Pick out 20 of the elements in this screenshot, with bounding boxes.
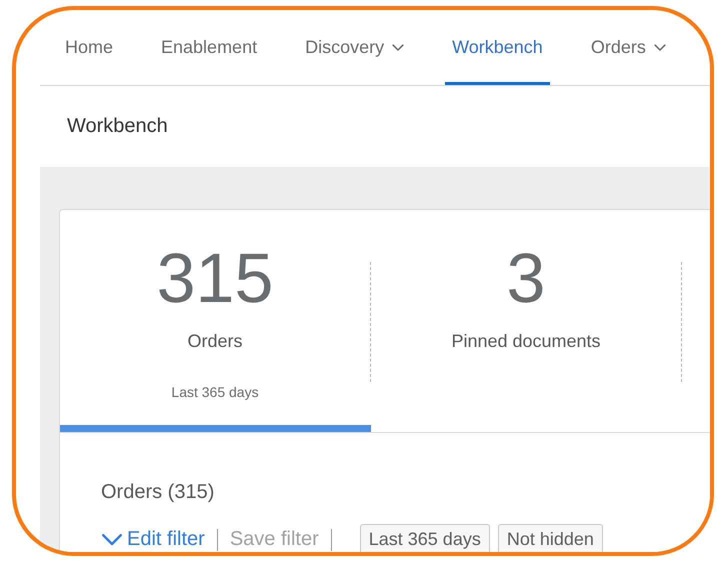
- chevron-down-icon: [654, 44, 666, 52]
- tile-label: Pinned documents: [451, 331, 601, 352]
- filter-chip: Last 365 days: [360, 524, 490, 552]
- nav-tab[interactable]: Discovery: [298, 10, 412, 85]
- chevron-down-icon: [392, 44, 404, 52]
- summary-tile[interactable]: 315 Orders Last 365 days: [60, 210, 371, 432]
- tile-label: Orders: [187, 331, 242, 352]
- tile-period: Last 365 days: [171, 384, 259, 400]
- chevron-down-icon: [101, 532, 123, 546]
- tile-count: 315: [156, 238, 274, 318]
- nav-tab[interactable]: Orders: [584, 10, 673, 85]
- summary-tile[interactable]: 3 Pinned documents: [371, 210, 682, 432]
- edit-filter-link[interactable]: Edit filter: [101, 528, 205, 551]
- filter-chip: Not hidden: [498, 524, 603, 552]
- tile-count: 3: [506, 238, 546, 318]
- page-title: Workbench: [67, 115, 168, 138]
- nav-tab[interactable]: Home: [58, 10, 120, 85]
- section-title: Orders (315): [101, 481, 214, 504]
- nav-tab[interactable]: Workbench: [445, 10, 550, 85]
- nav-tab[interactable]: Enablement: [154, 10, 264, 85]
